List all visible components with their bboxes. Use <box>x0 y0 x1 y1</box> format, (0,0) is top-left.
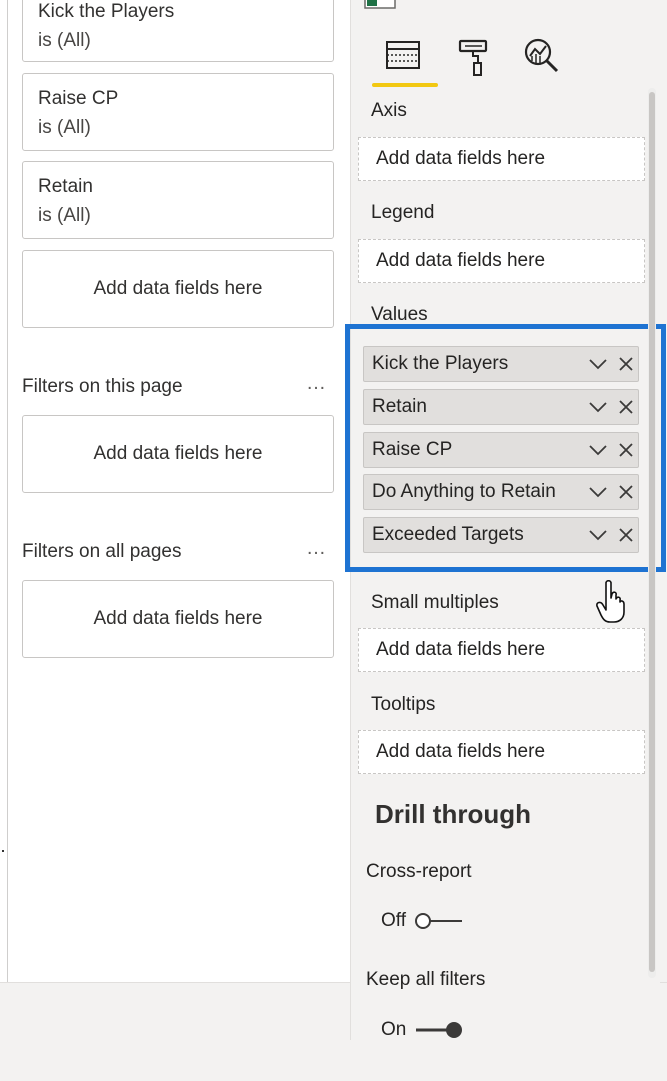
value-field-pill[interactable]: Raise CP <box>363 432 639 468</box>
keep-all-filters-label: Keep all filters <box>366 969 486 990</box>
analytics-magnifier-icon[interactable] <box>519 34 563 78</box>
filters-on-page-title: Filters on this page <box>22 376 183 397</box>
drill-through-title: Drill through <box>375 799 531 829</box>
cross-report-toggle[interactable]: Off <box>381 909 464 933</box>
pane-scrollbar-thumb[interactable] <box>649 92 655 972</box>
filter-card-title: Kick the Players <box>38 1 175 22</box>
value-field-pill[interactable]: Retain <box>363 389 639 425</box>
active-tab-indicator <box>372 83 438 87</box>
chevron-down-icon[interactable] <box>588 398 608 416</box>
paint-roller-icon[interactable] <box>452 34 496 78</box>
close-icon[interactable] <box>617 526 635 544</box>
keep-all-filters-toggle[interactable]: On <box>381 1018 464 1042</box>
cross-report-state: Off <box>381 910 406 931</box>
close-icon[interactable] <box>617 483 635 501</box>
value-field-pill[interactable]: Do Anything to Retain <box>363 474 639 510</box>
chevron-down-icon[interactable] <box>588 483 608 501</box>
legend-dropzone[interactable]: Add data fields here <box>358 239 645 283</box>
chevron-down-icon[interactable] <box>588 441 608 459</box>
tooltips-label: Tooltips <box>371 694 436 715</box>
filter-card-condition: is (All) <box>38 117 91 138</box>
value-field-label: Exceeded Targets <box>372 524 524 545</box>
visual-filters-dropzone[interactable]: Add data fields here <box>22 250 334 328</box>
value-field-label: Raise CP <box>372 439 453 460</box>
value-field-label: Do Anything to Retain <box>372 481 556 502</box>
keep-all-filters-state: On <box>381 1019 407 1040</box>
values-label: Values <box>371 304 428 325</box>
value-field-pill[interactable]: Exceeded Targets <box>363 517 639 553</box>
filter-card-retain[interactable]: Retain is (All) <box>22 161 334 239</box>
cross-report-label: Cross-report <box>366 861 472 882</box>
pane-divider <box>7 0 8 982</box>
tooltips-dropzone[interactable]: Add data fields here <box>358 730 645 774</box>
page-filters-more-icon[interactable]: … <box>306 372 327 395</box>
value-field-pill[interactable]: Kick the Players <box>363 346 639 382</box>
fields-table-icon[interactable] <box>381 34 425 78</box>
all-pages-filters-more-icon[interactable]: … <box>306 537 327 560</box>
filters-on-all-pages-title: Filters on all pages <box>22 541 182 562</box>
close-icon[interactable] <box>617 441 635 459</box>
toggle-off-icon <box>415 913 462 929</box>
filter-card-kick-the-players[interactable]: Kick the Players is (All) <box>22 0 334 62</box>
legend-label: Legend <box>371 202 435 223</box>
filter-card-raise-cp[interactable]: Raise CP is (All) <box>22 73 334 151</box>
all-pages-filters-dropzone[interactable]: Add data fields here <box>22 580 334 658</box>
filters-pane: Kick the Players is (All) Raise CP is (A… <box>0 0 351 982</box>
small-multiples-dropzone[interactable]: Add data fields here <box>358 628 645 672</box>
chevron-down-icon[interactable] <box>588 355 608 373</box>
toggle-on-icon <box>416 1022 463 1038</box>
filter-card-title: Retain <box>38 176 93 197</box>
filter-card-title: Raise CP <box>38 88 119 109</box>
excel-icon[interactable] <box>364 0 398 10</box>
chevron-down-icon[interactable] <box>588 526 608 544</box>
value-field-label: Retain <box>372 396 427 417</box>
close-icon[interactable] <box>617 355 635 373</box>
page-filters-dropzone[interactable]: Add data fields here <box>22 415 334 493</box>
small-multiples-label: Small multiples <box>371 592 499 613</box>
filter-card-condition: is (All) <box>38 30 91 51</box>
stray-dot <box>2 850 4 852</box>
close-icon[interactable] <box>617 398 635 416</box>
filter-card-condition: is (All) <box>38 205 91 226</box>
axis-label: Axis <box>371 100 407 121</box>
axis-dropzone[interactable]: Add data fields here <box>358 137 645 181</box>
hand-pointer-icon <box>596 580 625 623</box>
value-field-label: Kick the Players <box>372 353 509 374</box>
